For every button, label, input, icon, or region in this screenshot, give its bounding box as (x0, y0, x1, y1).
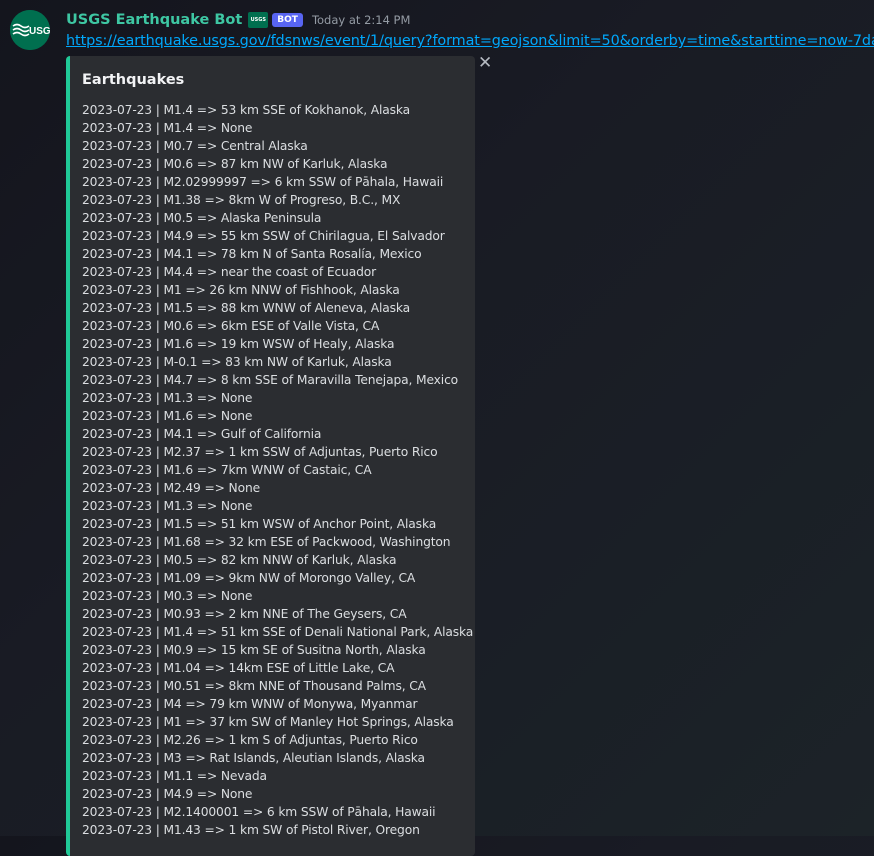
list-item: 2023-07-23 | M1.4 => None (82, 121, 253, 135)
close-icon[interactable]: ✕ (478, 55, 492, 72)
list-item: 2023-07-23 | M4.7 => 8 km SSE of Maravil… (82, 373, 459, 387)
bot-tag: BOT (272, 13, 303, 27)
message-header: USGS Earthquake Bot USGS BOT Today at 2:… (66, 10, 410, 30)
embed-title: Earthquakes (82, 72, 185, 88)
avatar-text: USGS (29, 26, 50, 37)
username[interactable]: USGS Earthquake Bot (66, 12, 242, 28)
list-item: 2023-07-23 | M4.1 => Gulf of California (82, 427, 322, 441)
list-item: 2023-07-23 | M0.51 => 8km NNE of Thousan… (82, 679, 426, 693)
earthquakes-embed: Earthquakes 2023-07-23 | M1.4 => 53 km S… (66, 56, 475, 856)
list-item: 2023-07-23 | M-0.1 => 83 km NW of Karluk… (82, 355, 392, 369)
list-item: 2023-07-23 | M1.3 => None (82, 499, 253, 513)
list-item: 2023-07-23 | M0.93 => 2 km NNE of The Ge… (82, 607, 407, 621)
usgs-logo-icon[interactable]: USGS (10, 10, 50, 50)
list-item: 2023-07-23 | M1 => 26 km NNW of Fishhook… (82, 283, 400, 297)
list-item: 2023-07-23 | M0.5 => 82 km NNW of Karluk… (82, 553, 397, 567)
list-item: 2023-07-23 | M1.4 => 51 km SSE of Denali… (82, 625, 474, 639)
usgs-query-link[interactable]: https://earthquake.usgs.gov/fdsnws/event… (66, 33, 874, 49)
list-item: 2023-07-23 | M0.7 => Central Alaska (82, 139, 308, 153)
list-item: 2023-07-23 | M2.49 => None (82, 481, 261, 495)
list-item: 2023-07-23 | M1.04 => 14km ESE of Little… (82, 661, 395, 675)
list-item: 2023-07-23 | M1.5 => 88 km WNW of Alenev… (82, 301, 411, 315)
list-item: 2023-07-23 | M1.09 => 9km NW of Morongo … (82, 571, 416, 585)
list-item: 2023-07-23 | M1.3 => None (82, 391, 253, 405)
list-item: 2023-07-23 | M4.9 => None (82, 787, 253, 801)
list-item: 2023-07-23 | M0.6 => 6km ESE of Valle Vi… (82, 319, 380, 333)
timestamp: Today at 2:14 PM (311, 13, 411, 27)
list-item: 2023-07-23 | M0.9 => 15 km SE of Susitna… (82, 643, 426, 657)
list-item: 2023-07-23 | M1.6 => None (82, 409, 253, 423)
list-item: 2023-07-23 | M4.9 => 55 km SSW of Chiril… (82, 229, 445, 243)
chat-message: USGS USGS Earthquake Bot USGS BOT Today … (0, 0, 874, 856)
list-item: 2023-07-23 | M1.4 => 53 km SSE of Kokhan… (82, 103, 411, 117)
app-badge-icon: USGS (248, 12, 269, 28)
list-item: 2023-07-23 | M1.1 => Nevada (82, 769, 267, 783)
list-item: 2023-07-23 | M2.02999997 => 6 km SSW of … (82, 175, 444, 189)
list-item: 2023-07-23 | M0.6 => 87 km NW of Karluk,… (82, 157, 388, 171)
list-item: 2023-07-23 | M1.43 => 1 km SW of Pistol … (82, 823, 420, 837)
list-item: 2023-07-23 | M4.4 => near the coast of E… (82, 265, 377, 279)
list-item: 2023-07-23 | M3 => Rat Islands, Aleutian… (82, 751, 425, 765)
list-item: 2023-07-23 | M1.6 => 19 km WSW of Healy,… (82, 337, 395, 351)
list-item: 2023-07-23 | M1.5 => 51 km WSW of Anchor… (82, 517, 437, 531)
list-item: 2023-07-23 | M0.5 => Alaska Peninsula (82, 211, 322, 225)
list-item: 2023-07-23 | M1 => 37 km SW of Manley Ho… (82, 715, 454, 729)
list-item: 2023-07-23 | M4 => 79 km WNW of Monywa, … (82, 697, 418, 711)
list-item: 2023-07-23 | M2.26 => 1 km S of Adjuntas… (82, 733, 418, 747)
list-item: 2023-07-23 | M1.68 => 32 km ESE of Packw… (82, 535, 451, 549)
list-item: 2023-07-23 | M1.38 => 8km W of Progreso,… (82, 193, 401, 207)
list-item: 2023-07-23 | M2.1400001 => 6 km SSW of P… (82, 805, 436, 819)
list-item: 2023-07-23 | M4.1 => 78 km N of Santa Ro… (82, 247, 422, 261)
list-item: 2023-07-23 | M1.6 => 7km WNW of Castaic,… (82, 463, 372, 477)
earthquake-list: 2023-07-23 | M1.4 => 53 km SSE of Kokhan… (82, 101, 473, 839)
list-item: 2023-07-23 | M0.3 => None (82, 589, 253, 603)
list-item: 2023-07-23 | M2.37 => 1 km SSW of Adjunt… (82, 445, 438, 459)
